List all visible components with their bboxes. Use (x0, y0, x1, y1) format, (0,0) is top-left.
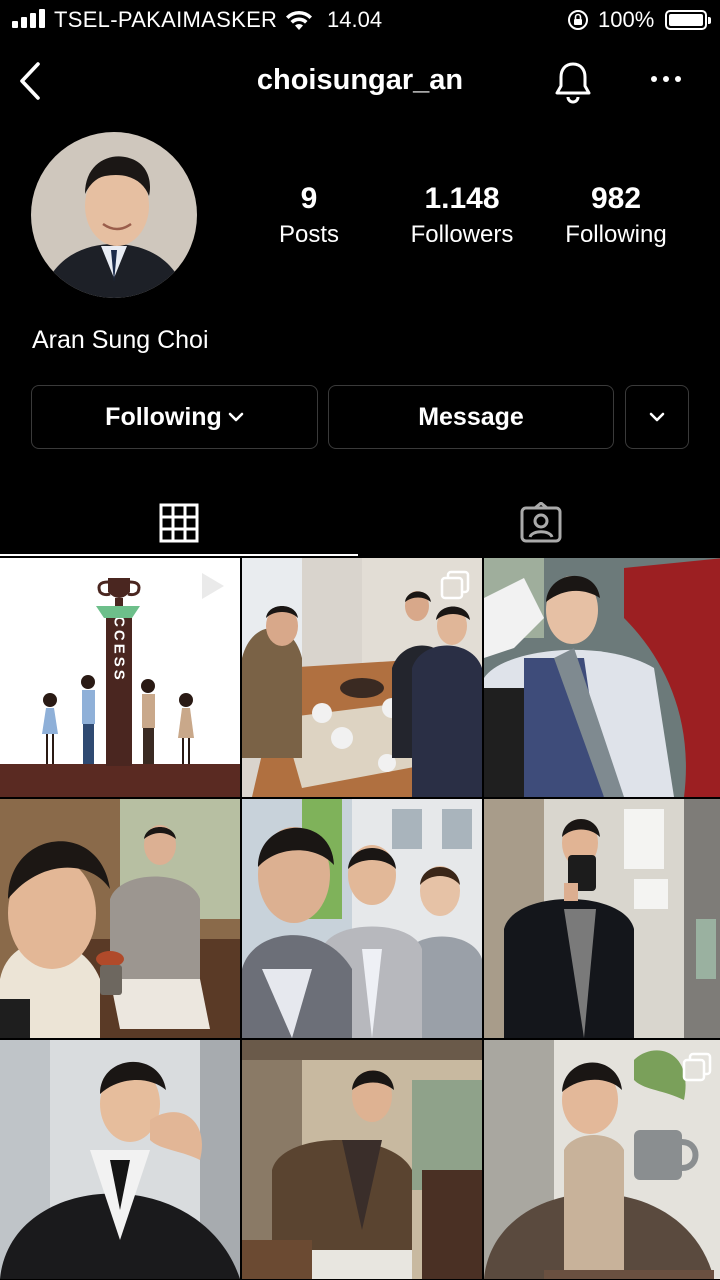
grid-icon (159, 503, 199, 543)
clock-time: 14.04 (327, 7, 383, 32)
post-thumbnail[interactable]: SUCCESS (0, 558, 240, 797)
post-thumbnail[interactable] (0, 799, 240, 1038)
message-button-label: Message (418, 402, 524, 431)
posts-grid: SUCCESS (0, 558, 720, 1279)
wifi-icon (286, 10, 312, 30)
carrier-name: TSEL-PAKAIMASKER (54, 7, 278, 32)
tab-grid[interactable] (0, 490, 358, 556)
posts-stat: 9 Posts (234, 180, 384, 252)
followers-stat[interactable]: 1.148 Followers (387, 180, 537, 252)
chevron-down-icon (228, 412, 244, 422)
status-bar: TSEL-PAKAIMASKER 14.04 100% (0, 0, 720, 40)
active-tab-indicator (0, 554, 358, 556)
avatar[interactable] (31, 132, 197, 298)
post-thumbnail[interactable] (0, 1040, 240, 1279)
carousel-icon (682, 1052, 712, 1082)
tab-tagged[interactable] (362, 490, 720, 556)
posts-label: Posts (278, 221, 340, 248)
following-stat[interactable]: 982 Following (541, 180, 691, 252)
profile-full-name: Aran Sung Choi (32, 326, 209, 354)
cellular-signal-icon (12, 9, 46, 28)
following-label: Following (565, 221, 667, 248)
carousel-icon (440, 570, 470, 600)
message-button[interactable]: Message (328, 385, 614, 449)
bell-icon[interactable] (552, 60, 594, 104)
post-thumbnail[interactable] (484, 799, 720, 1038)
post-thumbnail[interactable] (242, 799, 482, 1038)
battery-icon (665, 10, 711, 30)
profile-header: choisungar_an (0, 40, 720, 120)
following-count: 982 (590, 182, 642, 215)
battery-percent: 100% (598, 7, 655, 32)
followers-label: Followers (410, 221, 514, 248)
posts-count: 9 (300, 182, 318, 215)
chevron-down-icon (649, 412, 665, 422)
more-options-icon[interactable] (649, 70, 685, 90)
rotation-lock-icon (568, 10, 588, 30)
following-button-label: Following (105, 402, 222, 431)
followers-count: 1.148 (424, 182, 500, 215)
post-thumbnail[interactable] (242, 558, 482, 797)
post-thumbnail[interactable] (242, 1040, 482, 1279)
post-thumbnail[interactable] (484, 558, 720, 797)
video-icon (202, 573, 224, 599)
following-button[interactable]: Following (31, 385, 318, 449)
tagged-icon (520, 502, 562, 543)
post-thumbnail[interactable] (484, 1040, 720, 1279)
profile-username: choisungar_an (256, 64, 464, 96)
suggested-accounts-button[interactable] (625, 385, 689, 449)
